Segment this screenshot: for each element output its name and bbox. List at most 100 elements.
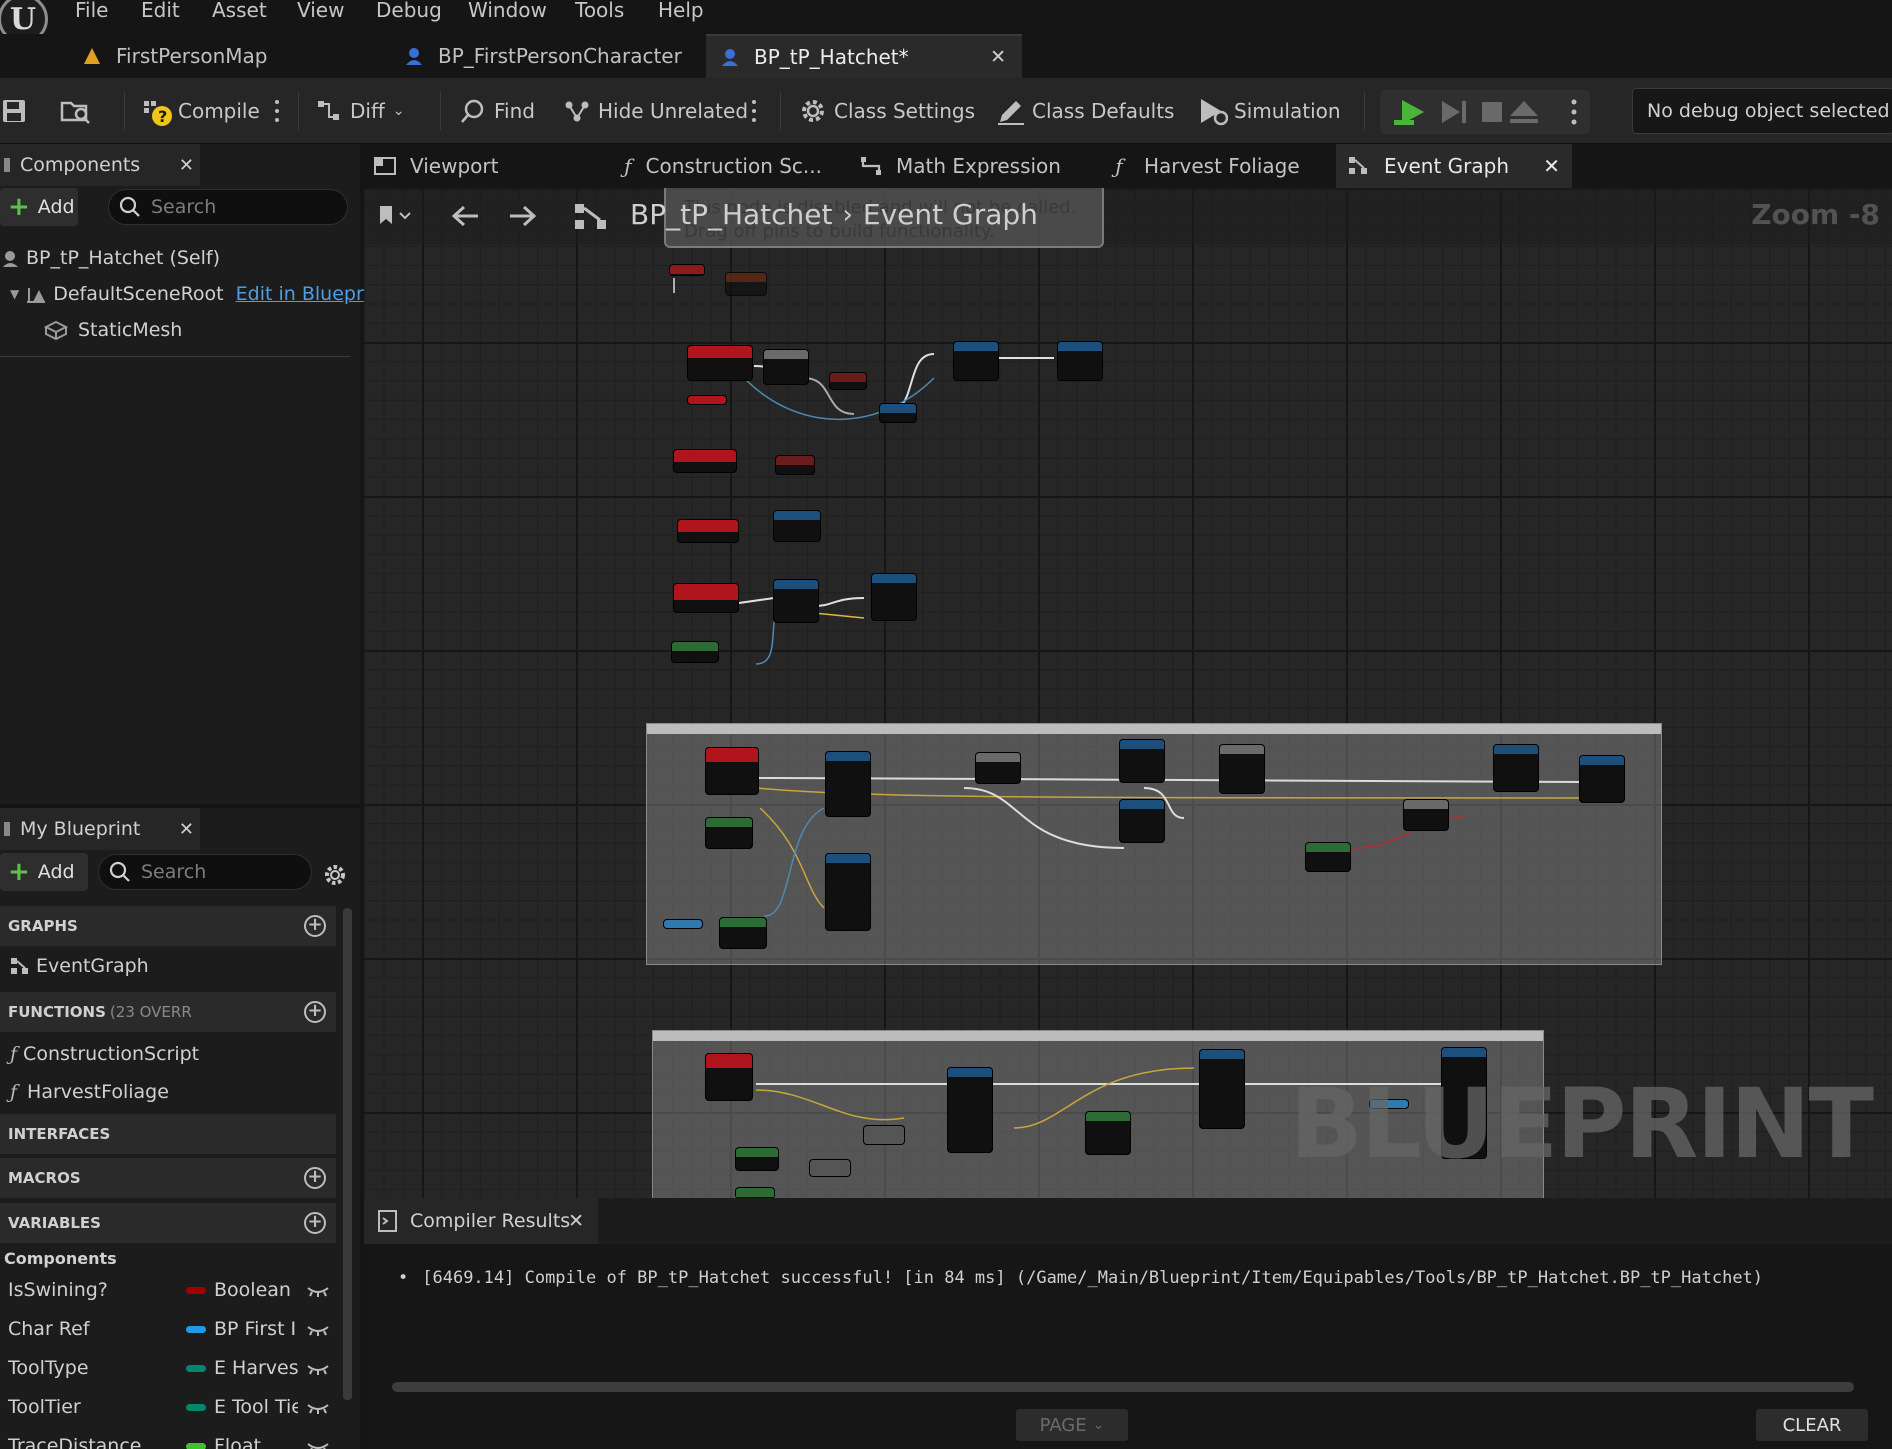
graph-node[interactable] <box>1494 745 1538 791</box>
section-graphs[interactable]: GRAPHS + <box>0 906 336 946</box>
close-icon[interactable]: ✕ <box>568 1210 584 1232</box>
graph-node[interactable] <box>880 404 916 422</box>
doc-tab-bp-tp-hatchet[interactable]: BP_tP_Hatchet* ✕ <box>706 34 1022 78</box>
my-blueprint-scrollbar[interactable] <box>343 908 352 1400</box>
add-component-button[interactable]: + Add <box>0 188 78 226</box>
function-item-harvestfoliage[interactable]: ƒ HarvestFoliage <box>10 1078 169 1106</box>
add-function-button[interactable]: + <box>304 1001 326 1023</box>
graph-canvas[interactable]: BLUEPRINT This node is disabled and will… <box>364 188 1892 1198</box>
compiler-results-tab[interactable]: Compiler Results ✕ <box>364 1198 598 1244</box>
step-icon[interactable] <box>1442 101 1466 123</box>
graph-node[interactable] <box>1058 342 1102 380</box>
compiler-message[interactable]: • [6469.14] Compile of BP_tP_Hatchet succ… <box>398 1268 1763 1288</box>
menu-file[interactable]: File <box>75 0 108 24</box>
graph-node[interactable] <box>1120 740 1164 782</box>
add-graph-button[interactable]: + <box>304 915 326 937</box>
eye-closed-icon[interactable] <box>306 1438 330 1449</box>
variable-row[interactable]: ToolType E Harves <box>0 1350 336 1386</box>
graph-node[interactable] <box>1404 800 1448 830</box>
components-search-input[interactable]: Search <box>108 189 348 225</box>
debug-object-dropdown[interactable]: No debug object selected ⌄ <box>1632 88 1892 134</box>
menu-asset[interactable]: Asset <box>212 0 267 24</box>
doc-tab-firstpersonmap[interactable]: FirstPersonMap <box>68 34 388 78</box>
menu-edit[interactable]: Edit <box>141 0 180 24</box>
close-icon[interactable]: ✕ <box>179 819 194 840</box>
bookmark-icon[interactable] <box>378 204 414 228</box>
section-functions[interactable]: FUNCTIONS (23 OVERR + <box>0 992 336 1032</box>
menu-window[interactable]: Window <box>468 0 547 24</box>
edit-in-blueprint-link[interactable]: Edit in Bluepr <box>236 283 364 305</box>
graph-node[interactable] <box>826 752 870 816</box>
simulation-button[interactable]: Simulation <box>1198 92 1341 130</box>
compiler-h-scrollbar[interactable] <box>392 1382 1854 1392</box>
function-item-constructionscript[interactable]: ƒ ConstructionScript <box>10 1040 199 1068</box>
close-icon[interactable]: ✕ <box>990 46 1006 68</box>
hide-unrelated-button[interactable]: Hide Unrelated <box>562 92 748 130</box>
clear-button[interactable]: CLEAR <box>1756 1409 1868 1441</box>
forward-arrow-icon[interactable] <box>508 204 538 228</box>
graph-node[interactable] <box>872 574 916 620</box>
page-dropdown[interactable]: PAGE ⌄ <box>1016 1409 1128 1441</box>
back-arrow-icon[interactable] <box>450 204 480 228</box>
graph-node[interactable] <box>688 346 752 380</box>
tab-event-graph[interactable]: Event Graph ✕ <box>1336 144 1572 188</box>
eye-closed-icon[interactable] <box>306 1399 330 1415</box>
graph-node[interactable] <box>664 920 702 928</box>
variable-row[interactable]: ToolTier E Tool Tie <box>0 1389 336 1425</box>
tab-construction-script[interactable]: ƒ Construction Sc... <box>612 144 822 188</box>
graph-node[interactable] <box>1086 1112 1130 1154</box>
graph-node[interactable] <box>736 1188 774 1198</box>
graph-node[interactable] <box>1306 843 1350 871</box>
graph-node[interactable] <box>706 1054 752 1100</box>
graph-node[interactable] <box>948 1068 992 1152</box>
diff-button[interactable]: Diff ⌄ <box>314 92 404 130</box>
stop-icon[interactable] <box>1482 102 1502 122</box>
class-settings-button[interactable]: Class Settings <box>798 92 975 130</box>
graph-node[interactable] <box>830 373 866 389</box>
eject-icon[interactable] <box>1510 101 1538 123</box>
browse-button[interactable] <box>60 92 96 130</box>
doc-tab-bp-firstpersoncharacter[interactable]: BP_FirstPersonCharacter <box>390 34 706 78</box>
close-icon[interactable]: ✕ <box>1543 154 1560 178</box>
section-macros[interactable]: MACROS + <box>0 1158 336 1198</box>
breadcrumb-leaf[interactable]: Event Graph <box>863 198 1038 231</box>
compile-button[interactable]: ? Compile <box>142 92 260 130</box>
compile-options-button[interactable] <box>274 100 280 122</box>
tree-item-staticmesh[interactable]: StaticMesh <box>44 316 182 344</box>
variable-type[interactable]: Float <box>214 1435 298 1449</box>
menu-debug[interactable]: Debug <box>376 0 442 24</box>
close-icon[interactable]: ✕ <box>179 155 194 176</box>
variable-type[interactable]: Boolean <box>214 1279 298 1301</box>
save-button[interactable] <box>0 92 36 130</box>
graph-node[interactable] <box>810 1160 850 1176</box>
variable-row[interactable]: TraceDistance Float <box>0 1428 336 1449</box>
eye-closed-icon[interactable] <box>306 1282 330 1298</box>
add-macro-button[interactable]: + <box>304 1167 326 1189</box>
graph-node[interactable] <box>976 753 1020 783</box>
graph-node[interactable] <box>954 342 998 380</box>
graph-item-eventgraph[interactable]: EventGraph <box>10 952 149 980</box>
menu-tools[interactable]: Tools <box>575 0 624 24</box>
play-icon[interactable] <box>1394 100 1424 125</box>
graph-node[interactable] <box>1220 745 1264 793</box>
menu-help[interactable]: Help <box>658 0 704 24</box>
variable-type[interactable]: E Tool Tie <box>214 1396 298 1418</box>
graph-node[interactable] <box>774 580 818 622</box>
add-variable-button[interactable]: + <box>304 1212 326 1234</box>
graph-node[interactable] <box>726 273 766 295</box>
tree-item-self[interactable]: BP_tP_Hatchet (Self) <box>2 244 220 272</box>
graph-node[interactable] <box>1200 1050 1244 1128</box>
tab-harvest-foliage[interactable]: ƒ Harvest Foliage <box>1096 144 1346 188</box>
tab-math-expression[interactable]: Math Expression <box>848 144 1084 188</box>
section-variables[interactable]: VARIABLES + <box>0 1203 336 1243</box>
variable-row[interactable]: Char Ref BP First I <box>0 1311 336 1347</box>
add-member-button[interactable]: + Add <box>0 853 88 891</box>
graph-node[interactable] <box>678 520 738 542</box>
variable-type[interactable]: BP First I <box>214 1318 298 1340</box>
graph-node[interactable] <box>736 1148 778 1170</box>
components-tab[interactable]: Components ✕ <box>0 144 200 186</box>
my-blueprint-search-input[interactable]: Search <box>98 854 312 890</box>
find-button[interactable]: Find <box>458 92 535 130</box>
graph-node[interactable] <box>764 350 808 384</box>
tab-viewport[interactable]: Viewport <box>362 144 602 188</box>
